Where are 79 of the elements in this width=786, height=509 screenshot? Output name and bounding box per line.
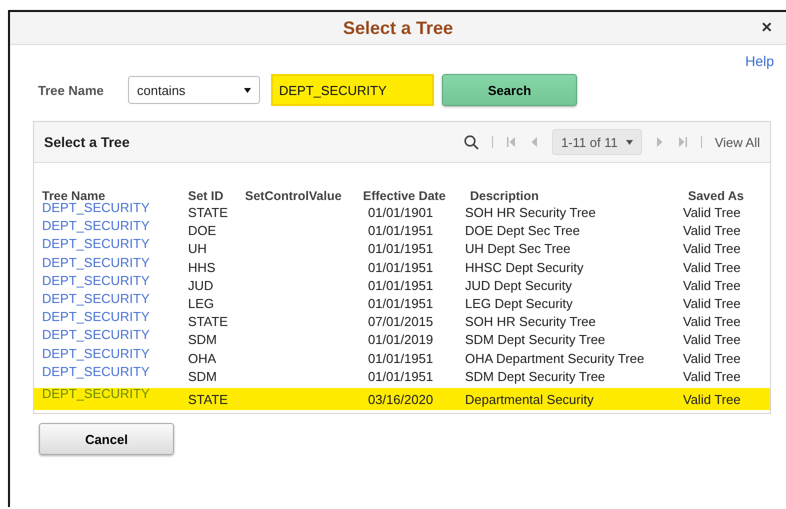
table-cell-text: STATE: [188, 205, 229, 222]
search-button[interactable]: Search: [442, 74, 577, 106]
table-cell-text: HHS: [188, 260, 216, 277]
table-cell-text: STATE: [188, 390, 229, 409]
page-range-dropdown[interactable]: 1-11 of 11: [552, 129, 642, 155]
tree-name-link[interactable]: DEPT_SECURITY: [34, 218, 188, 236]
caret-icon: [244, 88, 251, 92]
table-cell-text: Departmental Security: [465, 390, 595, 409]
column-header: Saved As: [688, 189, 745, 205]
table-cell-text: Valid Tree: [683, 314, 742, 332]
table-cell-text: JUD: [188, 278, 214, 295]
view-all-link[interactable]: View All: [714, 134, 760, 150]
table-cell-text: 01/01/1901: [367, 205, 434, 222]
close-button[interactable]: ×: [759, 17, 774, 38]
search-icon[interactable]: [464, 134, 480, 150]
tree-name-link[interactable]: DEPT_SECURITY: [34, 254, 188, 273]
table-cell-text: 01/01/1951: [367, 278, 434, 295]
tree-name-link[interactable]: DEPT_SECURITY: [34, 364, 188, 382]
table-cell-text: STATE: [188, 314, 229, 332]
table-cell-text: LEG: [188, 296, 216, 313]
table-cell-text: SDM Dept Security Tree: [465, 368, 606, 386]
table-cell-text: Valid Tree: [683, 260, 742, 277]
table-cell-text: OHA: [188, 350, 218, 368]
tree-name-link[interactable]: DEPT_SECURITY: [34, 236, 188, 255]
table-cell-text: 07/01/2015: [367, 314, 434, 332]
next-page-icon[interactable]: [654, 136, 665, 148]
column-header: Set ID: [188, 189, 224, 205]
table-cell-text: 01/01/2019: [367, 332, 434, 350]
table-cell-text: JUD Dept Security: [465, 278, 573, 295]
table-cell-text: Valid Tree: [683, 278, 742, 295]
table-cell-text: Valid Tree: [683, 368, 742, 386]
table-cell-text: SOH HR Security Tree: [465, 205, 597, 222]
column-header: Effective Date: [363, 189, 447, 205]
help-link[interactable]: Help: [745, 53, 774, 71]
previous-page-icon[interactable]: [529, 136, 540, 148]
table-cell-text: UH: [188, 241, 208, 258]
tree-name-link[interactable]: DEPT_SECURITY: [34, 346, 188, 364]
table-cell-text: DOE Dept Sec Tree: [465, 223, 581, 240]
column-header: Tree Name: [41, 189, 106, 203]
table-cell-text: 01/01/1951: [367, 368, 434, 386]
table-cell-text: 01/01/1951: [367, 260, 434, 277]
table-cell-text: 01/01/1951: [367, 241, 434, 258]
table-cell-text: Valid Tree: [683, 350, 742, 368]
grid-title: Select a Tree: [44, 134, 131, 150]
tree-name-link[interactable]: DEPT_SECURITY: [34, 272, 188, 291]
table-cell-text: Valid Tree: [683, 241, 742, 258]
table-cell-text: UH Dept Sec Tree: [465, 241, 572, 258]
table-cell-text: LEG Dept Security: [465, 296, 574, 313]
tree-name-link[interactable]: DEPT_SECURITY: [34, 200, 188, 218]
table-cell-text: 01/01/1951: [367, 223, 434, 240]
table-cell-text: DOE: [188, 223, 218, 240]
table-cell-text: Valid Tree: [683, 205, 742, 222]
table-cell-text: Valid Tree: [683, 223, 742, 240]
search-field[interactable]: DEPT_SECURITY: [271, 74, 434, 106]
table-cell-text: 03/16/2020: [367, 390, 434, 409]
dialog-title: Select a Tree: [342, 18, 454, 38]
first-page-icon[interactable]: [506, 136, 516, 148]
cancel-button[interactable]: Cancel: [39, 423, 174, 455]
tree-name-link[interactable]: DEPT_SECURITY: [34, 290, 188, 310]
operator-dropdown[interactable]: contains: [128, 76, 260, 104]
tree-name-link[interactable]: DEPT_SECURITY: [34, 327, 188, 346]
table-cell-text: OHA Department Security Tree: [465, 350, 646, 368]
table-cell-text: SOH HR Security Tree: [465, 314, 597, 332]
table-cell-text: SDM: [188, 332, 218, 350]
table-cell-text: 01/01/1951: [367, 296, 434, 313]
column-header: Description: [470, 189, 540, 205]
table-cell-text: Valid Tree: [683, 332, 742, 350]
column-header: SetControlValue: [245, 189, 343, 205]
tree-name-link[interactable]: DEPT_SECURITY: [34, 309, 188, 328]
table-cell-text: Valid Tree: [683, 296, 742, 313]
table-cell-text: SDM Dept Security Tree: [465, 332, 606, 350]
table-cell-text: Valid Tree: [683, 390, 742, 409]
table-cell-text: SDM: [188, 368, 218, 386]
field-label: Tree Name: [38, 82, 105, 98]
last-page-icon[interactable]: [678, 136, 688, 148]
caret-icon: [626, 140, 633, 144]
tree-name-link[interactable]: DEPT_SECURITY: [34, 386, 188, 408]
table-cell-text: 01/01/1951: [367, 350, 434, 368]
table-cell-text: HHSC Dept Security: [465, 260, 584, 277]
